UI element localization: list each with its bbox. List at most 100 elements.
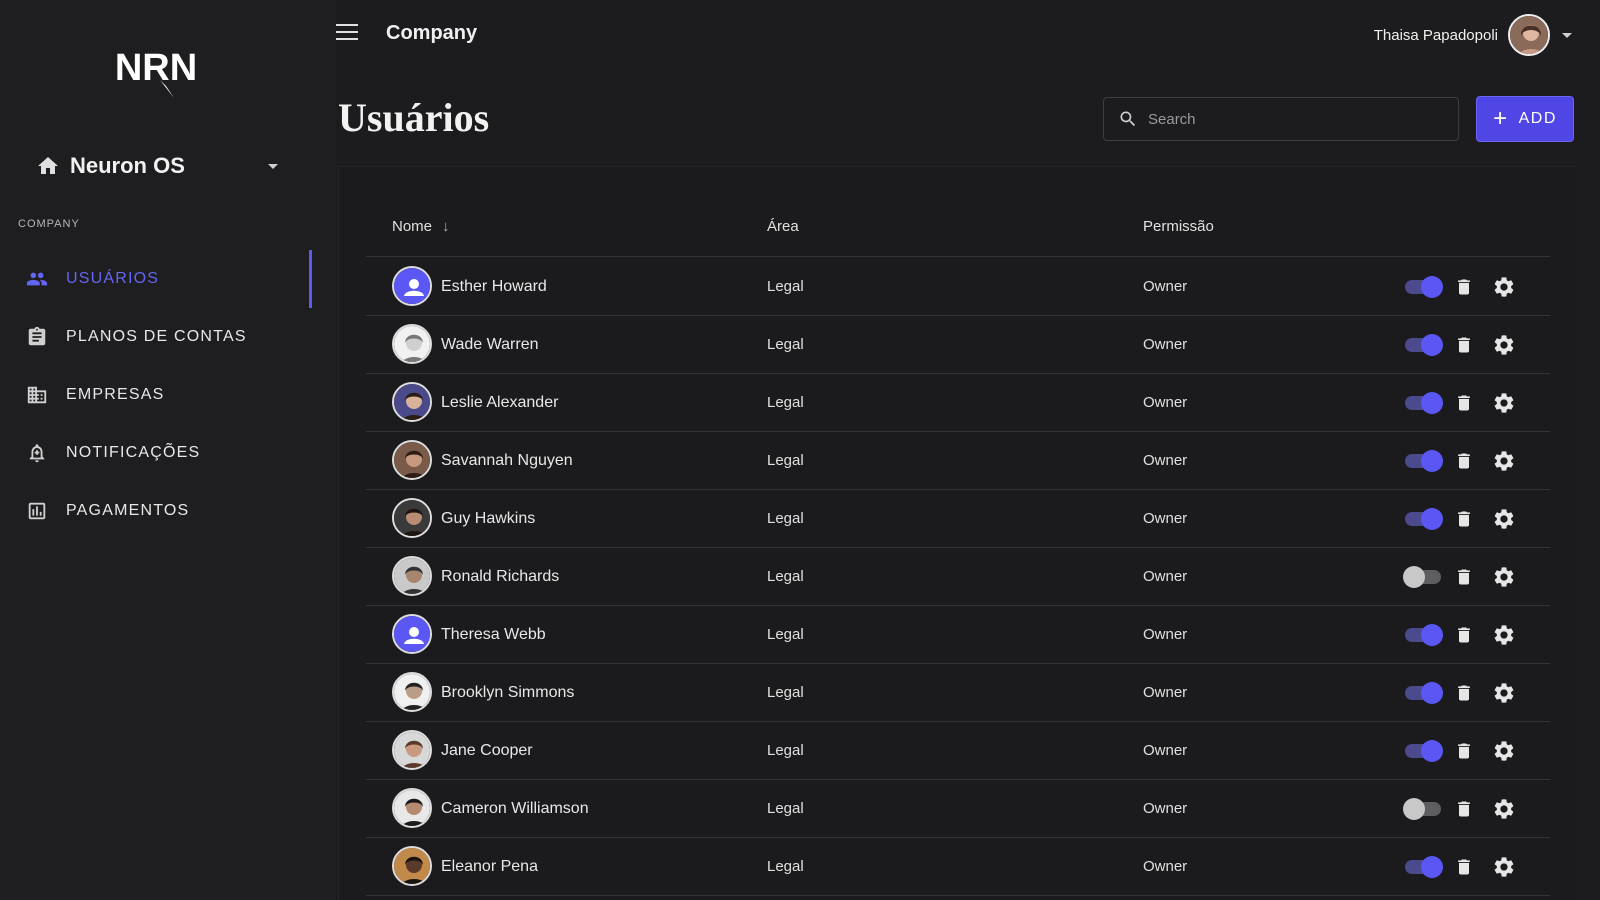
active-toggle[interactable] [1403, 566, 1441, 588]
sidebar-item-label: USUÁRIOS [66, 270, 160, 287]
table-row: Esther Howard Legal Owner [366, 258, 1550, 316]
settings-gear-icon[interactable] [1492, 565, 1516, 594]
delete-trash-icon[interactable] [1454, 392, 1474, 419]
delete-trash-icon[interactable] [1454, 450, 1474, 477]
delete-trash-icon[interactable] [1454, 740, 1474, 767]
chevron-down-icon [268, 163, 278, 169]
settings-gear-icon[interactable] [1492, 507, 1516, 536]
active-toggle[interactable] [1403, 508, 1443, 530]
user-name-cell: Esther Howard [441, 277, 547, 295]
permission-cell: Owner [1143, 336, 1188, 353]
settings-gear-icon[interactable] [1492, 623, 1516, 652]
user-name-cell: Cameron Williamson [441, 799, 589, 817]
toggle-knob [1403, 566, 1425, 588]
toggle-knob [1421, 276, 1443, 298]
column-header-name[interactable]: Nome ↓ [392, 218, 450, 235]
bell-icon [26, 442, 48, 464]
hamburger-menu-icon[interactable] [336, 24, 358, 44]
sidebar-item-planos-de-contas[interactable]: PLANOS DE CONTAS [0, 308, 312, 366]
active-toggle[interactable] [1403, 682, 1443, 704]
permission-cell: Owner [1143, 858, 1188, 875]
clipboard-icon [26, 326, 48, 348]
sort-arrow-down-icon: ↓ [442, 218, 450, 235]
page-title: Usuários [338, 95, 490, 140]
sidebar-item-notificacoes[interactable]: NOTIFICAÇÕES [0, 424, 312, 482]
svg-text:NRN: NRN [115, 47, 197, 89]
permission-cell: Owner [1143, 626, 1188, 643]
column-header-permission[interactable]: Permissão [1143, 218, 1214, 235]
delete-trash-icon[interactable] [1454, 856, 1474, 883]
delete-trash-icon[interactable] [1454, 508, 1474, 535]
table-row: Savannah Nguyen Legal Owner [366, 432, 1550, 490]
search-input[interactable] [1148, 110, 1428, 128]
chevron-down-icon [1562, 32, 1572, 38]
sidebar-item-label: NOTIFICAÇÕES [66, 444, 201, 461]
area-cell: Legal [767, 626, 804, 643]
user-name-cell: Eleanor Pena [441, 857, 538, 875]
delete-trash-icon[interactable] [1454, 566, 1474, 593]
avatar [392, 788, 432, 828]
user-name-cell: Guy Hawkins [441, 509, 536, 527]
active-toggle[interactable] [1403, 624, 1443, 646]
delete-trash-icon[interactable] [1454, 624, 1474, 651]
workspace-selector[interactable]: Neuron OS [36, 148, 286, 184]
settings-gear-icon[interactable] [1492, 739, 1516, 768]
column-header-label: Nome [392, 218, 433, 235]
settings-gear-icon[interactable] [1492, 797, 1516, 826]
settings-gear-icon[interactable] [1492, 333, 1516, 362]
avatar [392, 440, 432, 480]
user-name-cell: Wade Warren [441, 335, 539, 353]
table-row: Eleanor Pena Legal Owner [366, 838, 1550, 896]
active-toggle[interactable] [1403, 798, 1441, 820]
delete-trash-icon[interactable] [1454, 334, 1474, 361]
toggle-knob [1421, 508, 1443, 530]
table-row: Jane Cooper Legal Owner [366, 722, 1550, 780]
table-row: Guy Hawkins Legal Owner [366, 490, 1550, 548]
sidebar-item-usuarios[interactable]: USUÁRIOS [0, 250, 312, 308]
delete-trash-icon[interactable] [1454, 682, 1474, 709]
active-toggle[interactable] [1403, 450, 1443, 472]
avatar [392, 266, 432, 306]
settings-gear-icon[interactable] [1492, 855, 1516, 884]
avatar [392, 324, 432, 364]
table-header: Nome ↓ Área Permissão [366, 197, 1550, 257]
permission-cell: Owner [1143, 568, 1188, 585]
user-name-cell: Theresa Webb [441, 625, 546, 643]
area-cell: Legal [767, 858, 804, 875]
toggle-knob [1421, 624, 1443, 646]
permission-cell: Owner [1143, 452, 1188, 469]
toggle-knob [1421, 682, 1443, 704]
active-toggle[interactable] [1403, 740, 1443, 762]
toggle-knob [1421, 856, 1443, 878]
toggle-knob [1421, 740, 1443, 762]
column-header-area[interactable]: Área [767, 218, 799, 235]
toggle-knob [1421, 334, 1443, 356]
header-title: Company [386, 22, 478, 44]
area-cell: Legal [767, 800, 804, 817]
permission-cell: Owner [1143, 510, 1188, 527]
user-menu[interactable]: Thaisa Papadopoli [1374, 14, 1572, 56]
avatar [392, 498, 432, 538]
delete-trash-icon[interactable] [1454, 798, 1474, 825]
settings-gear-icon[interactable] [1492, 681, 1516, 710]
users-icon [26, 268, 48, 290]
users-table-card: Nome ↓ Área Permissão Esther Howard Legal… [338, 166, 1578, 900]
add-button[interactable]: + ADD [1476, 96, 1574, 142]
settings-gear-icon[interactable] [1492, 449, 1516, 478]
settings-gear-icon[interactable] [1492, 391, 1516, 420]
sidebar-item-label: PAGAMENTOS [66, 502, 190, 519]
active-toggle[interactable] [1403, 392, 1443, 414]
delete-trash-icon[interactable] [1454, 276, 1474, 303]
user-name-cell: Ronald Richards [441, 567, 560, 585]
active-toggle[interactable] [1403, 856, 1443, 878]
settings-gear-icon[interactable] [1492, 275, 1516, 304]
user-name-cell: Brooklyn Simmons [441, 683, 575, 701]
search-box [1103, 97, 1459, 141]
sidebar-item-pagamentos[interactable]: PAGAMENTOS [0, 482, 312, 540]
active-toggle[interactable] [1403, 334, 1443, 356]
sidebar-item-empresas[interactable]: EMPRESAS [0, 366, 312, 424]
active-toggle[interactable] [1403, 276, 1443, 298]
workspace-name: Neuron OS [70, 153, 185, 178]
table-row: Cameron Williamson Legal Owner [366, 780, 1550, 838]
permission-cell: Owner [1143, 394, 1188, 411]
